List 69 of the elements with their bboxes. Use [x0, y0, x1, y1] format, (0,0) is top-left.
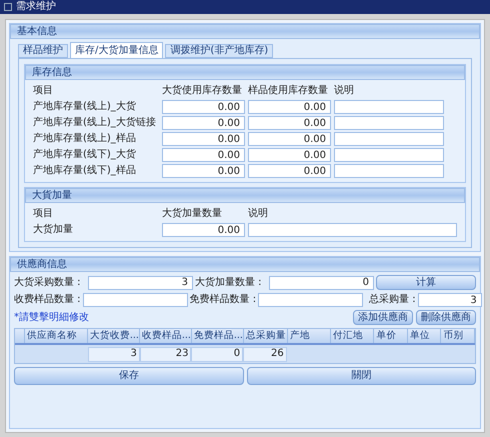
- row-label: 产地库存量(线上)_大货链接: [33, 118, 157, 128]
- quantity-field[interactable]: 0.00: [248, 148, 331, 162]
- description-field[interactable]: [248, 223, 457, 237]
- column-header[interactable]: 单价: [374, 329, 408, 343]
- row-label: 产地库存量(线下)_大货: [33, 150, 137, 160]
- group-title: 大貨加量: [32, 190, 72, 200]
- app-icon: [4, 3, 12, 11]
- column-header: 项目: [33, 86, 54, 96]
- charged-samples-field[interactable]: [82, 293, 188, 307]
- column-header[interactable]: 单位: [408, 329, 442, 343]
- save-button[interactable]: 保存: [14, 367, 244, 385]
- column-header[interactable]: 付汇地: [331, 329, 374, 343]
- column-header: 大货加量数量: [162, 209, 223, 219]
- field-label: 总采购量 :: [368, 295, 416, 305]
- summary-cell: 23: [140, 346, 192, 362]
- summary-cell: 26: [243, 346, 287, 362]
- window-title: 需求维护: [16, 2, 56, 12]
- bulk-addition-field[interactable]: 0: [269, 276, 374, 290]
- description-field[interactable]: [334, 132, 444, 146]
- tab[interactable]: 调拨维护(非产地库存): [165, 44, 274, 58]
- field-label: 收费样品数量 :: [14, 295, 81, 305]
- group-title: 库存信息: [32, 68, 72, 78]
- summary-cell: 0: [191, 346, 244, 362]
- panel-title: 基本信息: [17, 26, 57, 36]
- free-samples-field[interactable]: [258, 293, 364, 307]
- quantity-field[interactable]: 0.00: [162, 148, 245, 162]
- quantity-field[interactable]: 0.00: [162, 100, 245, 114]
- column-header[interactable]: 免费样品...: [192, 329, 244, 343]
- column-header[interactable]: 产地: [288, 329, 332, 343]
- row-label: 大货加量: [33, 225, 74, 235]
- quantity-field[interactable]: 0.00: [248, 100, 331, 114]
- close-button[interactable]: 關閉: [246, 367, 476, 385]
- quantity-field[interactable]: 0.00: [162, 132, 245, 146]
- hint-text: *請雙擊明細修改: [14, 312, 90, 322]
- quantity-field[interactable]: 0.00: [248, 116, 331, 130]
- add-supplier-button[interactable]: 添加供應商: [353, 310, 413, 325]
- column-header[interactable]: 大货收费...: [88, 329, 140, 343]
- quantity-field[interactable]: 0.00: [248, 164, 331, 178]
- field-label: 大货加量数量 :: [195, 278, 263, 288]
- column-header: 说明: [248, 209, 268, 219]
- description-field[interactable]: [334, 116, 444, 130]
- quantity-field[interactable]: 0.00: [162, 164, 245, 178]
- quantity-field[interactable]: 0.00: [248, 132, 331, 146]
- description-field[interactable]: [334, 148, 444, 162]
- tab[interactable]: 样品维护: [18, 44, 68, 58]
- column-header: 项目: [33, 209, 54, 219]
- summary-cell: 3: [88, 346, 140, 362]
- tab[interactable]: 库存/大货加量信息: [70, 42, 164, 58]
- row-label: 产地库存量(线上)_样品: [33, 134, 137, 144]
- column-header: 大货使用库存数量: [162, 86, 243, 96]
- column-header: 说明: [334, 86, 354, 96]
- description-field[interactable]: [334, 100, 444, 114]
- column-header[interactable]: 供应商名称: [24, 329, 88, 343]
- column-header[interactable]: 收费样品...: [140, 329, 192, 343]
- quantity-field[interactable]: 0.00: [162, 116, 245, 130]
- total-purchase-field[interactable]: 3: [418, 293, 482, 307]
- delete-supplier-button[interactable]: 刪除供應商: [416, 310, 476, 325]
- field-label: 免费样品数量 :: [190, 295, 256, 305]
- field-label: 大货采购数量 :: [14, 278, 82, 288]
- row-label: 产地库存量(线上)_大货: [33, 102, 137, 112]
- calculate-button[interactable]: 计算: [376, 275, 476, 290]
- quantity-field[interactable]: 0.00: [162, 223, 245, 237]
- description-field[interactable]: [334, 164, 444, 178]
- bulk-purchase-field[interactable]: 3: [88, 276, 193, 290]
- panel-title: 供應商信息: [17, 260, 67, 270]
- column-header: 样品使用库存数量: [248, 86, 329, 96]
- column-header[interactable]: 币别: [441, 329, 475, 343]
- row-label: 产地库存量(线下)_样品: [33, 166, 137, 176]
- column-header[interactable]: 总采购量: [244, 329, 288, 343]
